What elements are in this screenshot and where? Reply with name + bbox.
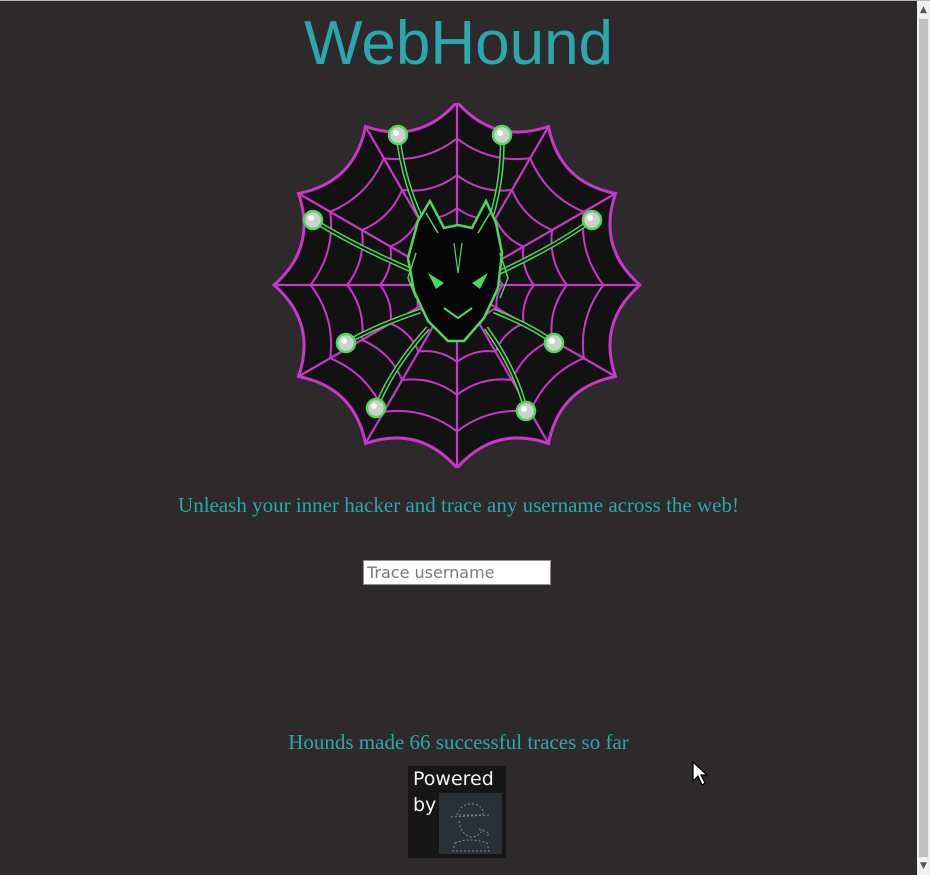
powered-by-label-2: by [413, 794, 437, 816]
vertical-scrollbar[interactable]: ▲ ▼ [917, 1, 930, 875]
trace-counter: Hounds made 66 successful traces so far [288, 730, 629, 754]
powered-by-label: Powered [413, 768, 494, 790]
scroll-up-arrow-icon[interactable]: ▲ [917, 2, 930, 18]
scrollbar-thumb[interactable] [919, 19, 928, 857]
powered-by-badge[interactable]: Powered by [408, 766, 506, 858]
mouse-cursor-icon [692, 761, 708, 786]
spider-web-logo [271, 103, 643, 468]
scroll-down-arrow-icon[interactable]: ▼ [917, 858, 930, 874]
tagline: Unleash your inner hacker and trace any … [178, 493, 739, 517]
page: WebHound Unleash your inner hacker and t… [0, 0, 917, 875]
detective-hat-icon [439, 793, 502, 854]
page-title: WebHound [303, 9, 614, 78]
trace-username-input[interactable] [363, 560, 551, 585]
